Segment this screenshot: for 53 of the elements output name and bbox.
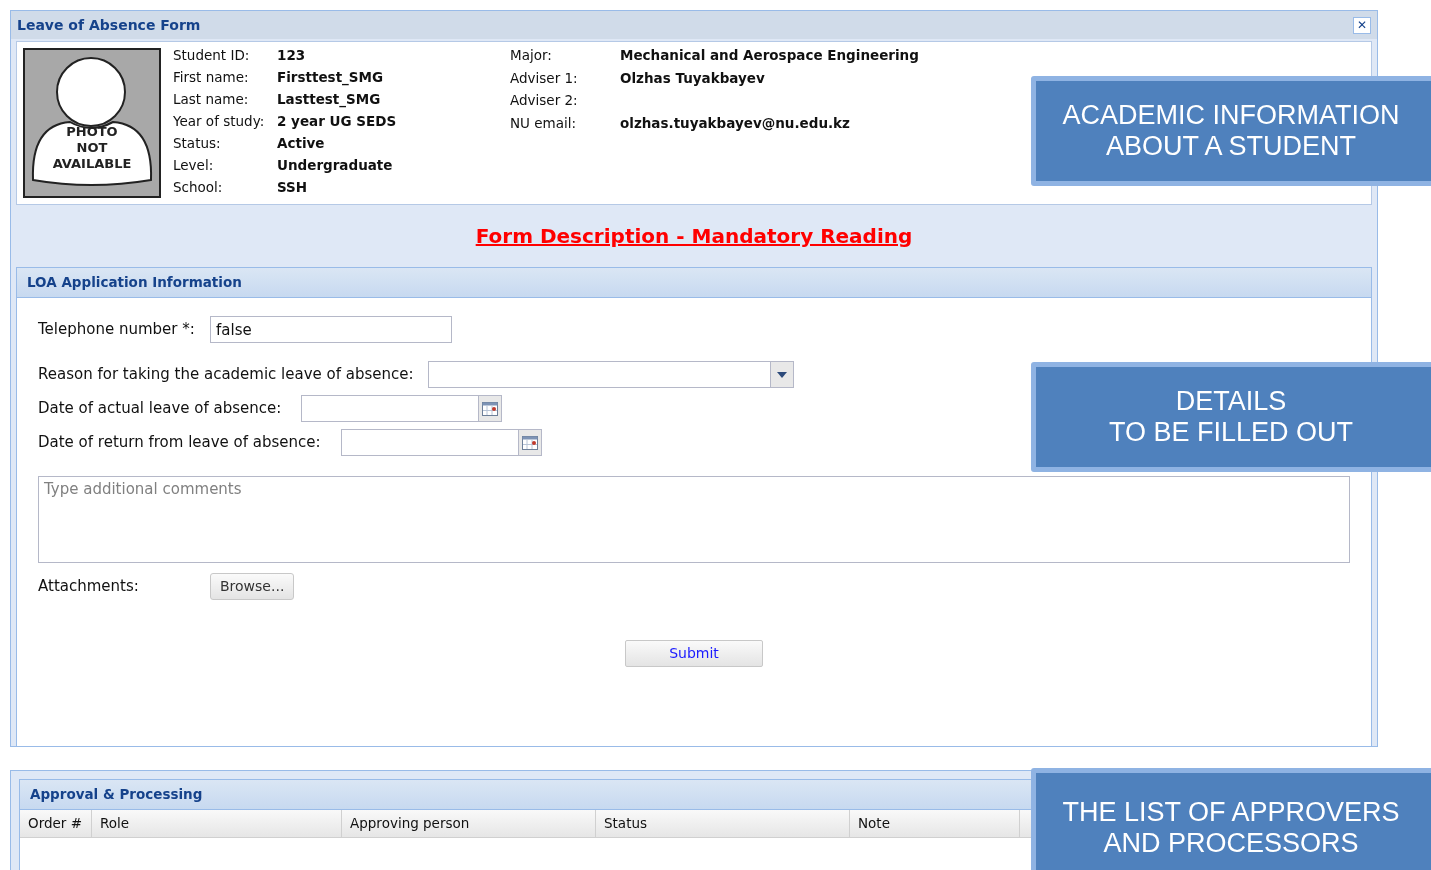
submit-button[interactable]: Submit bbox=[625, 640, 763, 667]
info-label: Status: bbox=[173, 133, 222, 153]
calendar-icon bbox=[482, 401, 499, 416]
info-label: Level: bbox=[173, 155, 215, 175]
info-value: Active bbox=[277, 133, 326, 153]
photo-caption: AVAILABLE bbox=[52, 156, 132, 172]
info-label: Year of study: bbox=[173, 111, 266, 131]
field-label: Telephone number *: bbox=[38, 319, 196, 341]
callout-text: TO BE FILLED OUT bbox=[1108, 417, 1354, 448]
info-label: Major: bbox=[510, 46, 553, 66]
field-label: Date of actual leave of absence: bbox=[38, 398, 282, 420]
reason-dropdown[interactable] bbox=[427, 361, 794, 388]
column-header[interactable]: Status bbox=[596, 810, 850, 837]
callout-text: AND PROCESSORS bbox=[1103, 828, 1359, 859]
date-field[interactable] bbox=[301, 395, 503, 422]
info-label: NU email: bbox=[510, 113, 578, 133]
calendar-icon bbox=[521, 435, 538, 450]
callout-text: ABOUT A STUDENT bbox=[1105, 131, 1357, 162]
column-header[interactable]: Order # bbox=[20, 810, 92, 837]
telephone-field[interactable]: false bbox=[210, 316, 452, 343]
info-label: Adviser 2: bbox=[510, 91, 579, 111]
window-title: Leave of Absence Form bbox=[17, 15, 201, 35]
info-label: Last name: bbox=[173, 89, 250, 109]
callout-text: DETAILS bbox=[1175, 386, 1287, 417]
field-label: Date of return from leave of absence: bbox=[38, 432, 321, 454]
field-label: Reason for taking the academic leave of absence: bbox=[38, 364, 414, 386]
photo-caption: PHOTO bbox=[66, 124, 118, 140]
column-header[interactable]: Role bbox=[92, 810, 342, 837]
date-field[interactable] bbox=[340, 429, 542, 456]
info-label: Student ID: bbox=[173, 45, 251, 65]
photo-caption: NOT bbox=[76, 140, 108, 156]
info-value: Undergraduate bbox=[277, 155, 394, 175]
info-value: Lasttest_SMG bbox=[277, 89, 382, 110]
info-value: 2 year UG SEDS bbox=[277, 111, 398, 131]
info-value: SSH bbox=[277, 177, 309, 197]
section-title: Approval & Processing bbox=[30, 785, 203, 805]
info-label: School: bbox=[173, 177, 224, 197]
info-value: Olzhas Tuyakbayev bbox=[620, 68, 765, 88]
callout-text: THE LIST OF APPROVERS bbox=[1062, 797, 1400, 828]
close-button[interactable]: ✕ bbox=[1353, 16, 1371, 34]
info-label: First name: bbox=[173, 67, 250, 87]
column-header[interactable]: Approving person bbox=[342, 810, 596, 837]
section-title: LOA Application Information bbox=[27, 273, 242, 293]
column-header[interactable]: Note bbox=[850, 810, 1020, 837]
info-label: Adviser 1: bbox=[510, 68, 579, 88]
field-label: Attachments: bbox=[38, 576, 140, 598]
info-value: olzhas.tuyakbayev@nu.edu.kz bbox=[620, 113, 850, 133]
info-value: Firsttest_SMG bbox=[277, 67, 385, 88]
info-value: 123 bbox=[277, 45, 307, 65]
browse-button[interactable]: Browse... bbox=[210, 573, 295, 600]
info-value: Mechanical and Aerospace Engineering bbox=[620, 46, 919, 66]
comments-field[interactable]: Type additional comments bbox=[38, 476, 1350, 563]
callout-text: ACADEMIC INFORMATION bbox=[1062, 100, 1400, 131]
